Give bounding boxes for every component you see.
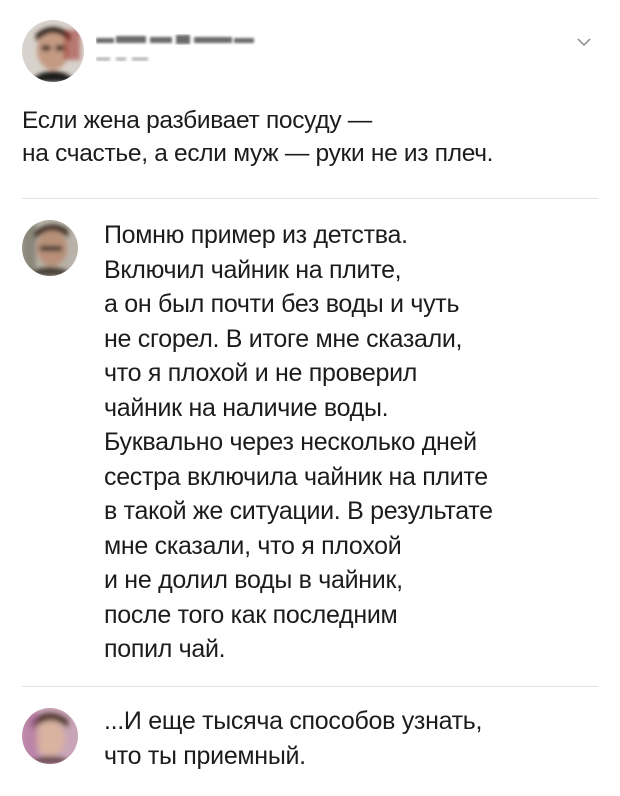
- reply-text-line: не сгорел. В итоге мне сказали,: [104, 324, 463, 353]
- divider: [22, 198, 598, 199]
- post-text-line: на счастье, а если муж — руки не из плеч…: [22, 140, 494, 167]
- author-avatar-image: [22, 20, 84, 82]
- post-text: Если жена разбивает посуду — на счастье,…: [22, 104, 602, 170]
- reply-text-line: Помню пример из детства.: [104, 221, 408, 249]
- reply-text-line: ...И еще тысяча способов узнать,: [104, 707, 483, 735]
- reply-text-line: попил чай.: [104, 635, 226, 663]
- chevron-down-icon[interactable]: [576, 34, 592, 50]
- reply-text: Помню пример из детства. Включил чайник …: [104, 218, 598, 667]
- author-name-blurred[interactable]: [96, 32, 256, 48]
- reply-text: ...И еще тысяча способов узнать, что ты …: [104, 704, 598, 773]
- reply-text-line: Включил чайник на плите,: [104, 255, 402, 284]
- reply-avatar[interactable]: [22, 220, 78, 276]
- reply-text-line: после того как последним: [104, 600, 398, 629]
- reply-text-line: что я плохой и не проверил: [104, 359, 418, 387]
- reply-avatar-image: [22, 220, 78, 276]
- reply-avatar-image: [22, 708, 78, 764]
- post-header: [22, 14, 598, 84]
- reply-text-line: и не долил воды в чайник,: [104, 566, 403, 594]
- reply-avatar[interactable]: [22, 708, 78, 764]
- post-text-line: Если жена разбивает посуду —: [22, 107, 372, 134]
- reply-text-line: мне сказали, что я плохой: [104, 531, 402, 560]
- reply-text-line: чайник на наличие воды.: [104, 393, 389, 422]
- reply-text-line: в такой же ситуации. В результате: [104, 497, 493, 525]
- reply-text-line: сестра включила чайник на плите: [104, 462, 488, 491]
- author-handle-blurred: [96, 57, 148, 61]
- divider: [22, 686, 598, 687]
- author-avatar[interactable]: [22, 20, 84, 82]
- reply-text-line: а он был почти без воды и чуть: [104, 290, 460, 318]
- reply-text-line: Буквально через несколько дней: [104, 428, 477, 456]
- reply-text-line: что ты приемный.: [104, 741, 306, 770]
